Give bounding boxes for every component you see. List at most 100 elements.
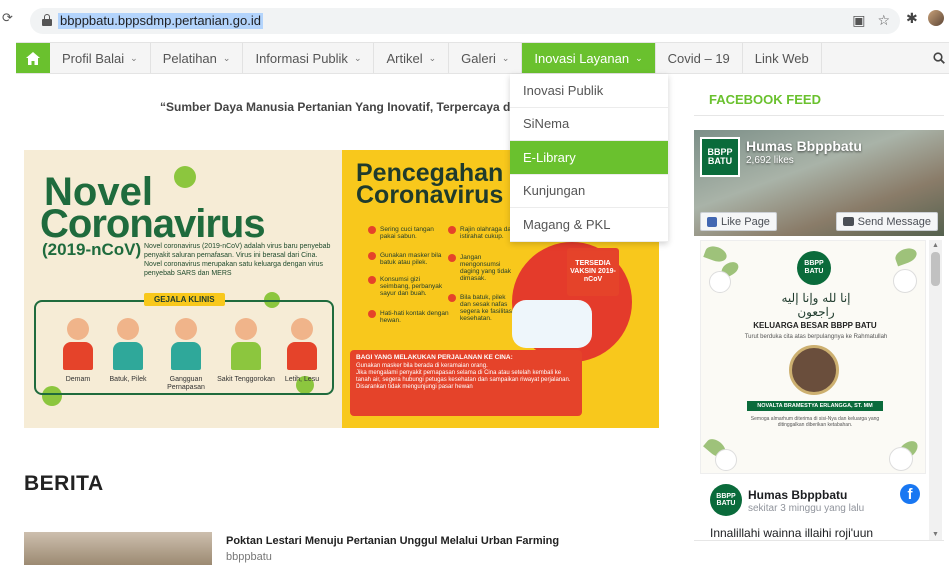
symptom-person	[286, 318, 318, 370]
qr-icon[interactable]: ▣	[852, 12, 865, 29]
nav-informasi-publik[interactable]: Informasi Publik ⌄	[243, 43, 375, 73]
chevron-down-icon: ⌄	[222, 52, 231, 63]
facebook-page-cover[interactable]: BBPP BATU Humas Bbppbatu 2,692 likes Lik…	[694, 130, 944, 236]
browser-bar: ⟳ bbppbatu.bppsdmp.pertanian.go.id ▣ ☆ ✱	[0, 0, 949, 36]
travel-tip: Gunakan masker bila berada di keramaian …	[356, 363, 488, 369]
symptom-person	[230, 318, 262, 370]
nav-inovasi-layanan[interactable]: Inovasi Layanan ⌄	[522, 43, 656, 73]
post-author-name[interactable]: Humas Bbppbatu	[748, 488, 847, 502]
message-icon	[842, 217, 854, 226]
search-icon[interactable]	[933, 51, 945, 67]
post-timestamp[interactable]: sekitar 3 minggu yang lalu	[748, 503, 864, 514]
home-button[interactable]	[16, 43, 50, 73]
travel-tip: Jika mengalami penyakit pernapasan selam…	[356, 370, 571, 383]
facebook-post-image[interactable]: BBPP BATU إنا لله وإنا إليه راجعون KELUA…	[700, 240, 926, 474]
url-text[interactable]: bbppbatu.bppsdmp.pertanian.go.id	[58, 13, 263, 29]
dropdown-item-e-library[interactable]: E-Library	[510, 141, 668, 175]
vaksin-badge: TERSEDIA VAKSIN 2019-nCoV	[567, 248, 619, 296]
symptom-person	[62, 318, 94, 370]
send-message-button[interactable]: Send Message	[835, 212, 938, 231]
prevention-tip: Sering cuci tangan pakai sabun.	[368, 226, 450, 240]
star-icon[interactable]: ☆	[877, 12, 890, 29]
tagline: “Sumber Daya Manusia Pertanian Yang Inov…	[160, 100, 510, 114]
chevron-down-icon: ⌄	[353, 52, 362, 63]
prevention-tip: Rajin olahraga dan istirahat cukup.	[448, 226, 515, 240]
facebook-icon[interactable]: f	[900, 484, 920, 504]
prevention-tip: Konsumsi gizi seimbang, perbanyak sayur …	[368, 276, 450, 297]
chevron-down-icon: ⌄	[635, 52, 643, 63]
facebook-post-header: BBPP BATU Humas Bbppbatu sekitar 3 mingg…	[700, 478, 926, 528]
post-family-heading: KELUARGA BESAR BBPP BATU	[753, 321, 877, 330]
deceased-photo	[789, 345, 839, 395]
dropdown-item-inovasi-publik[interactable]: Inovasi Publik	[510, 74, 668, 108]
banner-subtitle: (2019-nCoV)	[42, 240, 142, 259]
deceased-name: NOVALTA BRAMESTYA ERLANGGA, ST. MM	[747, 401, 883, 411]
like-page-button[interactable]: Like Page	[700, 212, 777, 231]
scrollbar-thumb[interactable]	[931, 252, 940, 286]
chevron-down-icon: ⌄	[501, 52, 510, 63]
pencegahan-title-line2: Coronavirus	[356, 181, 504, 209]
post-author-avatar[interactable]: BBPP BATU	[710, 484, 742, 516]
nav-profil-balai[interactable]: Profil Balai ⌄	[50, 43, 151, 73]
post-condolence-text: Semoga almarhum diterima di sisi-Nya dan…	[750, 416, 880, 428]
flower-decoration	[709, 271, 731, 293]
post-arabic-text: إنا لله وإنا إليه راجعون	[781, 291, 851, 319]
facebook-feed-heading: FACEBOOK FEED	[709, 92, 821, 107]
nav-artikel[interactable]: Artikel ⌄	[374, 43, 450, 73]
scroll-down-icon[interactable]: ▼	[932, 531, 939, 538]
post-text: Innalillahi wainna illaihi roji'uun	[710, 526, 874, 540]
symptom-label: Sakit Tenggorokan	[217, 376, 275, 383]
lock-icon[interactable]	[42, 14, 52, 26]
facebook-icon	[707, 216, 717, 227]
banner-title-line2: Coronavirus	[40, 202, 266, 246]
flower-decoration	[889, 447, 913, 471]
virus-icon	[174, 166, 196, 188]
symptom-person	[112, 318, 144, 370]
gejala-label: GEJALA KLINIS	[144, 293, 225, 306]
dropdown-item-magang-pkl[interactable]: Magang & PKL	[510, 208, 668, 242]
chevron-down-icon: ⌄	[428, 52, 437, 63]
page-name-link[interactable]: Humas Bbppbatu	[746, 138, 862, 154]
travel-advice-box: BAGI YANG MELAKUKAN PERJALANAN KE CINA: …	[350, 350, 582, 416]
leaf-decoration	[893, 245, 919, 267]
travel-tip: Disarankan tidak mengunjungi pasar hewan	[356, 384, 473, 390]
post-logo: BBPP BATU	[797, 251, 831, 285]
prevention-tip: Hati-hati kontak dengan hewan.	[368, 310, 449, 324]
flower-decoration	[893, 269, 917, 293]
nav-pelatihan[interactable]: Pelatihan ⌄	[151, 43, 244, 73]
travel-title: BAGI YANG MELAKUKAN PERJALANAN KE CINA:	[356, 354, 513, 361]
leaf-decoration	[703, 243, 729, 265]
banner-description: Novel coronavirus (2019-nCoV) adalah vir…	[144, 243, 331, 277]
facebook-feed-scrollbar[interactable]: ▲ ▼	[929, 240, 942, 540]
divider	[694, 540, 944, 541]
nav-link-web[interactable]: Link Web	[743, 43, 822, 73]
symptom-label: Letih, Lesu	[284, 376, 320, 383]
extensions-icon[interactable]: ✱	[906, 10, 918, 27]
dropdown-item-sinema[interactable]: SiNema	[510, 108, 668, 141]
dropdown-item-kunjungan[interactable]: Kunjungan	[510, 175, 668, 208]
news-title-link[interactable]: Poktan Lestari Menuju Pertanian Unggul M…	[226, 535, 559, 547]
news-thumbnail[interactable]	[24, 532, 212, 565]
inovasi-layanan-dropdown: Inovasi Publik SiNema E-Library Kunjunga…	[510, 74, 668, 242]
prevention-tip: Gunakan masker bila batuk atau pilek.	[368, 252, 450, 266]
address-bar[interactable]: bbppbatu.bppsdmp.pertanian.go.id ▣ ☆	[30, 8, 900, 34]
berita-heading: BERITA	[24, 472, 104, 495]
divider	[694, 115, 944, 116]
banner-novel-coronavirus: Novel Coronavirus (2019-nCoV) Novel coro…	[24, 150, 342, 428]
nav-covid-19[interactable]: Covid – 19	[656, 43, 743, 73]
main-nav: Profil Balai ⌄ Pelatihan ⌄ Informasi Publi…	[16, 42, 949, 74]
symptom-person	[170, 318, 202, 370]
prevention-tip: Jangan mengonsumsi daging yang tidak dim…	[448, 254, 516, 282]
symptom-label: Gangguan Pernapasan	[167, 376, 205, 391]
nav-galeri[interactable]: Galeri ⌄	[449, 43, 523, 73]
news-author: bbppbatu	[226, 551, 272, 563]
symptom-label: Batuk, Pilek	[109, 376, 147, 383]
flower-decoration	[715, 449, 737, 471]
scroll-up-icon[interactable]: ▲	[932, 242, 939, 249]
home-icon	[26, 51, 40, 65]
reload-icon[interactable]: ⟳	[2, 11, 16, 25]
page-likes: 2,692 likes	[746, 155, 794, 166]
profile-avatar[interactable]	[927, 10, 944, 26]
chevron-down-icon: ⌄	[130, 52, 138, 63]
page-logo[interactable]: BBPP BATU	[700, 137, 740, 177]
